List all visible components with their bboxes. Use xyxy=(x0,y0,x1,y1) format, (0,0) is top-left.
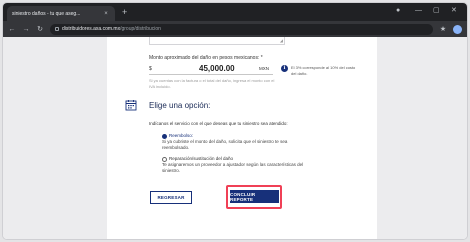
minimize-icon[interactable]: — xyxy=(415,6,422,16)
info-icon: i xyxy=(281,65,288,72)
url-domain: distribuidores.axa.com.mx xyxy=(62,26,121,32)
forward-arrow-icon[interactable]: → xyxy=(22,26,30,33)
calendar-form-icon xyxy=(125,100,137,111)
browser-tab[interactable]: siniestro daños - tu que aseg... × xyxy=(7,6,115,21)
amount-hint: Si ya cuentas con la factura o el total … xyxy=(149,78,275,89)
option-desc-reparacion: Te asignaremos un proveedor a ajustador … xyxy=(162,162,304,173)
section-intro: Indícanos el servicio con el que deseas … xyxy=(149,121,288,126)
info-text: El 3% corresponde al 10% del costo del d… xyxy=(291,65,356,76)
section-title: Elige una opción: xyxy=(149,101,211,110)
url-field[interactable]: distribuidores.axa.com.mx/group/distribu… xyxy=(50,23,433,35)
url-path: /group/distribucion xyxy=(120,26,161,32)
url-text: distribuidores.axa.com.mx/group/distribu… xyxy=(62,26,161,32)
close-tab-icon[interactable]: × xyxy=(102,11,110,17)
amount-input[interactable]: $ 45,000.00 MXN xyxy=(149,64,273,75)
extensions-icon[interactable]: ★ xyxy=(439,25,447,33)
browser-window: siniestro daños - tu que aseg... × + ● —… xyxy=(3,3,467,239)
report-form-card: ◢ Monto aproximado del daño en pesos mex… xyxy=(107,37,377,239)
currency-symbol: $ xyxy=(149,66,152,72)
back-button[interactable]: REGRESAR xyxy=(150,191,192,204)
page-viewport: ◢ Monto aproximado del daño en pesos mex… xyxy=(3,37,467,239)
address-bar: ← → ↻ distribuidores.axa.com.mx/group/di… xyxy=(3,21,467,37)
finish-report-button[interactable]: CONCLUIR REPORTE xyxy=(230,190,279,203)
reload-icon[interactable]: ↻ xyxy=(36,25,44,33)
currency-code: MXN xyxy=(259,66,269,71)
new-tab-icon[interactable]: + xyxy=(122,7,127,17)
resize-grip-icon[interactable]: ◢ xyxy=(280,39,283,43)
option-title-reparacion[interactable]: Reparación/sustitución del daño xyxy=(169,156,233,161)
lock-icon xyxy=(55,27,59,31)
profile-avatar[interactable] xyxy=(453,24,462,34)
record-icon[interactable]: ● xyxy=(396,6,400,16)
option-desc-reembolso: Si ya cubriste el monto del daño, solici… xyxy=(162,139,288,150)
maximize-icon[interactable]: ▢ xyxy=(433,6,440,16)
amount-label: Monto aproximado del daño en pesos mexic… xyxy=(149,55,263,61)
tab-strip: siniestro daños - tu que aseg... × + ● —… xyxy=(3,3,467,21)
description-textarea[interactable]: ◢ xyxy=(149,37,285,45)
close-window-icon[interactable]: ✕ xyxy=(451,6,457,16)
tab-title: siniestro daños - tu que aseg... xyxy=(12,10,81,17)
option-title-reembolso[interactable]: Reembolso: xyxy=(169,133,193,138)
back-arrow-icon[interactable]: ← xyxy=(8,26,16,33)
amount-value: 45,000.00 xyxy=(199,64,235,73)
